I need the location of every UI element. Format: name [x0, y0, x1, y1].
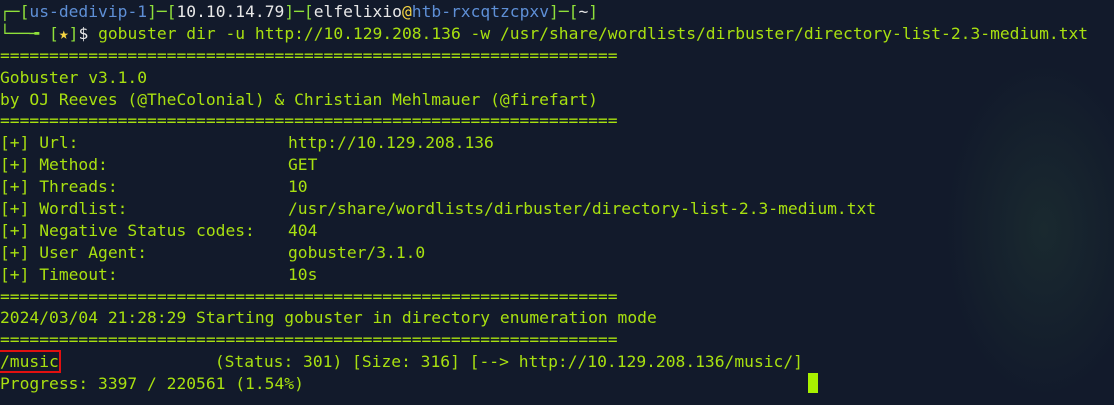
config-value: 10s — [288, 264, 318, 284]
banner-authors: by OJ Reeves (@TheColonial) & Christian … — [0, 89, 598, 109]
config-key: [+] Url: — [0, 133, 79, 153]
separator: ========================================… — [0, 111, 618, 131]
config-row-negative-status: [+] Negative Status codes: 404 — [0, 220, 1088, 242]
separator: ========================================… — [0, 330, 618, 350]
separator: ========================================… — [0, 45, 618, 65]
config-value: GET — [288, 155, 318, 175]
banner-version: Gobuster v3.1.0 — [0, 67, 148, 87]
config-key: [+] Negative Status codes: — [0, 220, 255, 240]
command-text: gobuster dir -u http://10.129.208.136 -w… — [98, 23, 1089, 43]
prompt-user: elfelixio — [313, 2, 402, 21]
config-key: [+] Method: — [0, 155, 108, 175]
config-row-wordlist: [+] Wordlist: /usr/share/wordlists/dirbus… — [0, 198, 1088, 220]
config-value: /usr/share/wordlists/dirbuster/directory… — [288, 199, 877, 219]
prompt-server: us-dedivip-1 — [29, 2, 148, 21]
prompt-line-2: └──╼ [★]$ gobuster dir -u http://10.129.… — [0, 23, 1089, 43]
prompt-host: htb-rxcqtzcpxv — [411, 2, 550, 21]
progress-line: Progress: 3397 / 220561 (1.54%) — [0, 374, 304, 394]
config-key: [+] Wordlist: — [0, 199, 128, 219]
config-value: 404 — [288, 220, 318, 240]
prompt-line-1: ┌─[us-dedivip-1]─[10.10.14.79]─[elfelixi… — [0, 2, 599, 21]
config-row-timeout: [+] Timeout: 10s — [0, 264, 1088, 286]
config-row-url: [+] Url: http://10.129.208.136 — [0, 132, 1088, 154]
config-value: 10 — [288, 177, 308, 197]
config-row-threads: [+] Threads: 10 — [0, 176, 1088, 198]
config-row-method: [+] Method: GET — [0, 154, 1088, 176]
result-details: (Status: 301) [Size: 316] [--> http://10… — [214, 352, 803, 372]
prompt-cwd: ~ — [578, 2, 589, 21]
config-value: gobuster/3.1.0 — [288, 242, 426, 262]
star-icon: ★ — [58, 23, 69, 43]
terminal-output[interactable]: ┌─[us-dedivip-1]─[10.10.14.79]─[elfelixi… — [0, 1, 1088, 395]
config-key: [+] Timeout: — [0, 264, 118, 284]
terminal-cursor — [808, 373, 818, 393]
result-line: /music (Status: 301) [Size: 316] [--> htt… — [0, 350, 1088, 374]
config-value: http://10.129.208.136 — [288, 133, 494, 153]
config-key: [+] User Agent: — [0, 242, 148, 262]
prompt-ip: 10.10.14.79 — [176, 2, 285, 21]
result-path-highlighted: /music — [0, 350, 61, 374]
config-row-user-agent: [+] User Agent: gobuster/3.1.0 — [0, 242, 1088, 264]
config-key: [+] Threads: — [0, 177, 118, 197]
start-message: 2024/03/04 21:28:29 Starting gobuster in… — [0, 308, 657, 328]
separator: ========================================… — [0, 286, 618, 306]
prompt-symbol: $ — [78, 23, 89, 43]
